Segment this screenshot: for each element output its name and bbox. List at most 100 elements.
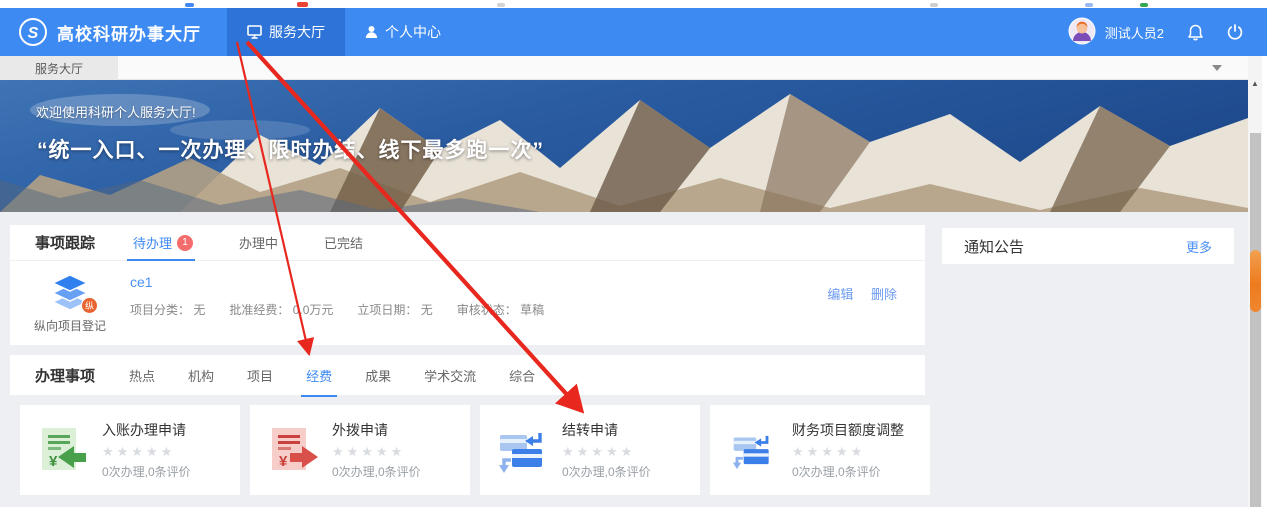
service-card-text: 外拨申请 ★★★★★ 0次办理,0条评价: [332, 420, 421, 480]
logout-power-icon[interactable]: [1227, 24, 1243, 40]
item-actions: 编辑 删除: [813, 270, 897, 334]
service-cards-row: ¥ 入账办理申请 ★★★★★ 0次办理,0条评价 ¥ 外拨申请: [20, 405, 930, 495]
service-card-income-entry[interactable]: ¥ 入账办理申请 ★★★★★ 0次办理,0条评价: [20, 405, 240, 495]
app-title: 高校科研办事大厅: [57, 20, 201, 45]
field-label: 项目分类：: [130, 303, 190, 317]
nav-item-label: 服务大厅: [269, 22, 325, 42]
tab-label: 办理中: [239, 233, 278, 252]
scroll-up-arrow-icon[interactable]: ▲: [1248, 78, 1262, 90]
pending-count-badge: 1: [177, 235, 193, 251]
service-card-title: 结转申请: [562, 420, 651, 440]
field-value: 无: [193, 303, 205, 317]
nav-item-label: 个人中心: [385, 22, 441, 42]
tracking-list-item[interactable]: 纵 纵向项目登记 ce1 项目分类： 无 批准经费： 0.0万元 立项日期： 无…: [10, 261, 925, 334]
delete-link[interactable]: 删除: [871, 287, 897, 302]
item-title-link[interactable]: ce1: [130, 274, 544, 290]
notice-title: 通知公告: [964, 236, 1024, 257]
tab-organization[interactable]: 机构: [188, 366, 214, 385]
page-tab-label: 服务大厅: [35, 60, 83, 77]
app-logo-icon: S: [18, 17, 48, 47]
field-value: 0.0万元: [293, 303, 334, 317]
scrollbar-thumb[interactable]: [1250, 250, 1261, 312]
service-category-bar: 办理事项 热点 机构 项目 经费 成果 学术交流 综合: [10, 355, 925, 395]
item-fields: 项目分类： 无 批准经费： 0.0万元 立项日期： 无 审核状态： 草稿: [130, 301, 544, 318]
tab-label: 已完结: [324, 233, 363, 252]
bookmark-icon-fragment: [1085, 3, 1093, 7]
avatar: [1068, 17, 1096, 48]
service-card-stats: 0次办理,0条评价: [562, 463, 651, 480]
banner-welcome-text: 欢迎使用科研个人服务大厅!: [36, 102, 196, 121]
user-menu[interactable]: 测试人员2: [1068, 17, 1164, 48]
service-card-carryover[interactable]: 结转申请 ★★★★★ 0次办理,0条评价: [480, 405, 700, 495]
edit-link[interactable]: 编辑: [827, 287, 853, 302]
bookmark-icon-fragment: [297, 2, 308, 7]
service-card-title: 入账办理申请: [102, 420, 191, 440]
bookmark-icon-fragment: [185, 3, 194, 7]
tab-project[interactable]: 项目: [247, 366, 273, 385]
tab-completed[interactable]: 已完结: [324, 225, 363, 261]
item-body: ce1 项目分类： 无 批准经费： 0.0万元 立项日期： 无 审核状态： 草稿: [130, 270, 544, 334]
service-card-stats: 0次办理,0条评价: [332, 463, 421, 480]
page-tab-strip: 服务大厅: [0, 56, 1267, 80]
service-card-outbound-transfer[interactable]: ¥ 外拨申请 ★★★★★ 0次办理,0条评价: [250, 405, 470, 495]
bell-icon[interactable]: [1188, 24, 1203, 41]
item-category: 纵 纵向项目登记: [10, 270, 130, 334]
field-label: 审核状态：: [457, 303, 517, 317]
outbound-transfer-icon: ¥: [266, 426, 318, 474]
notice-panel: 通知公告 更多: [942, 228, 1234, 264]
monitor-icon: [247, 25, 262, 39]
tab-pending[interactable]: 待办理 1: [133, 225, 193, 261]
user-name: 测试人员2: [1105, 23, 1164, 42]
tabs-dropdown-caret-icon[interactable]: [1212, 65, 1222, 71]
svg-text:S: S: [28, 25, 39, 42]
service-card-title: 财务项目额度调整: [792, 420, 904, 440]
tab-in-progress[interactable]: 办理中: [239, 225, 278, 261]
tracking-title: 事项跟踪: [35, 232, 95, 253]
scrollbar-track[interactable]: [1250, 133, 1261, 507]
service-card-title: 外拨申请: [332, 420, 421, 440]
services-title: 办理事项: [35, 365, 95, 386]
bookmark-icon-fragment: [930, 3, 938, 7]
header-right: 测试人员2: [1068, 8, 1243, 56]
bookmark-icon-fragment: [497, 3, 505, 7]
service-card-text: 入账办理申请 ★★★★★ 0次办理,0条评价: [102, 420, 191, 480]
banner-slogan-text: “统一入口、一次办理、限时办结、线下最多跑一次”: [37, 134, 544, 164]
tab-label: 待办理: [133, 233, 172, 252]
nav-item-personal-center[interactable]: 个人中心: [345, 8, 461, 56]
category-label: 纵向项目登记: [34, 317, 106, 334]
tab-hot[interactable]: 热点: [129, 366, 155, 385]
field-label: 批准经费：: [229, 303, 289, 317]
rating-stars[interactable]: ★★★★★: [792, 444, 904, 460]
field-value: 草稿: [520, 303, 544, 317]
bookmark-icon-fragment: [1140, 3, 1148, 7]
service-card-stats: 0次办理,0条评价: [102, 463, 191, 480]
field-value: 无: [421, 303, 433, 317]
notice-more-link[interactable]: 更多: [1186, 237, 1212, 256]
tracking-panel: 事项跟踪 待办理 1 办理中 已完结 纵 纵向项目登记 ce1: [10, 225, 925, 345]
service-card-quota-adjust[interactable]: 财务项目额度调整 ★★★★★ 0次办理,0条评价: [710, 405, 930, 495]
tab-academic-exchange[interactable]: 学术交流: [424, 366, 476, 385]
rating-stars[interactable]: ★★★★★: [562, 444, 651, 460]
page-tab-service-hall[interactable]: 服务大厅: [0, 56, 118, 80]
quota-adjust-icon: [726, 430, 778, 470]
top-edge-strip: [0, 0, 1267, 8]
app-header: S 高校科研办事大厅 服务大厅 个人中心: [0, 8, 1267, 56]
person-icon: [365, 25, 378, 39]
category-badge: 纵: [81, 297, 98, 314]
svg-text:¥: ¥: [49, 453, 58, 470]
app-logo-block[interactable]: S 高校科研办事大厅: [18, 8, 201, 56]
tab-comprehensive[interactable]: 综合: [509, 366, 535, 385]
right-edge: [1262, 56, 1267, 507]
carryover-icon: [496, 426, 548, 474]
nav-item-service-hall[interactable]: 服务大厅: [227, 8, 345, 56]
welcome-banner: 欢迎使用科研个人服务大厅! “统一入口、一次办理、限时办结、线下最多跑一次”: [0, 80, 1248, 212]
service-card-text: 财务项目额度调整 ★★★★★ 0次办理,0条评价: [792, 420, 904, 480]
service-card-stats: 0次办理,0条评价: [792, 463, 904, 480]
rating-stars[interactable]: ★★★★★: [332, 444, 421, 460]
tab-funding[interactable]: 经费: [306, 366, 332, 385]
svg-text:¥: ¥: [279, 453, 288, 470]
field-label: 立项日期：: [357, 303, 417, 317]
tab-achievement[interactable]: 成果: [365, 366, 391, 385]
income-entry-icon: ¥: [36, 426, 88, 474]
rating-stars[interactable]: ★★★★★: [102, 444, 191, 460]
